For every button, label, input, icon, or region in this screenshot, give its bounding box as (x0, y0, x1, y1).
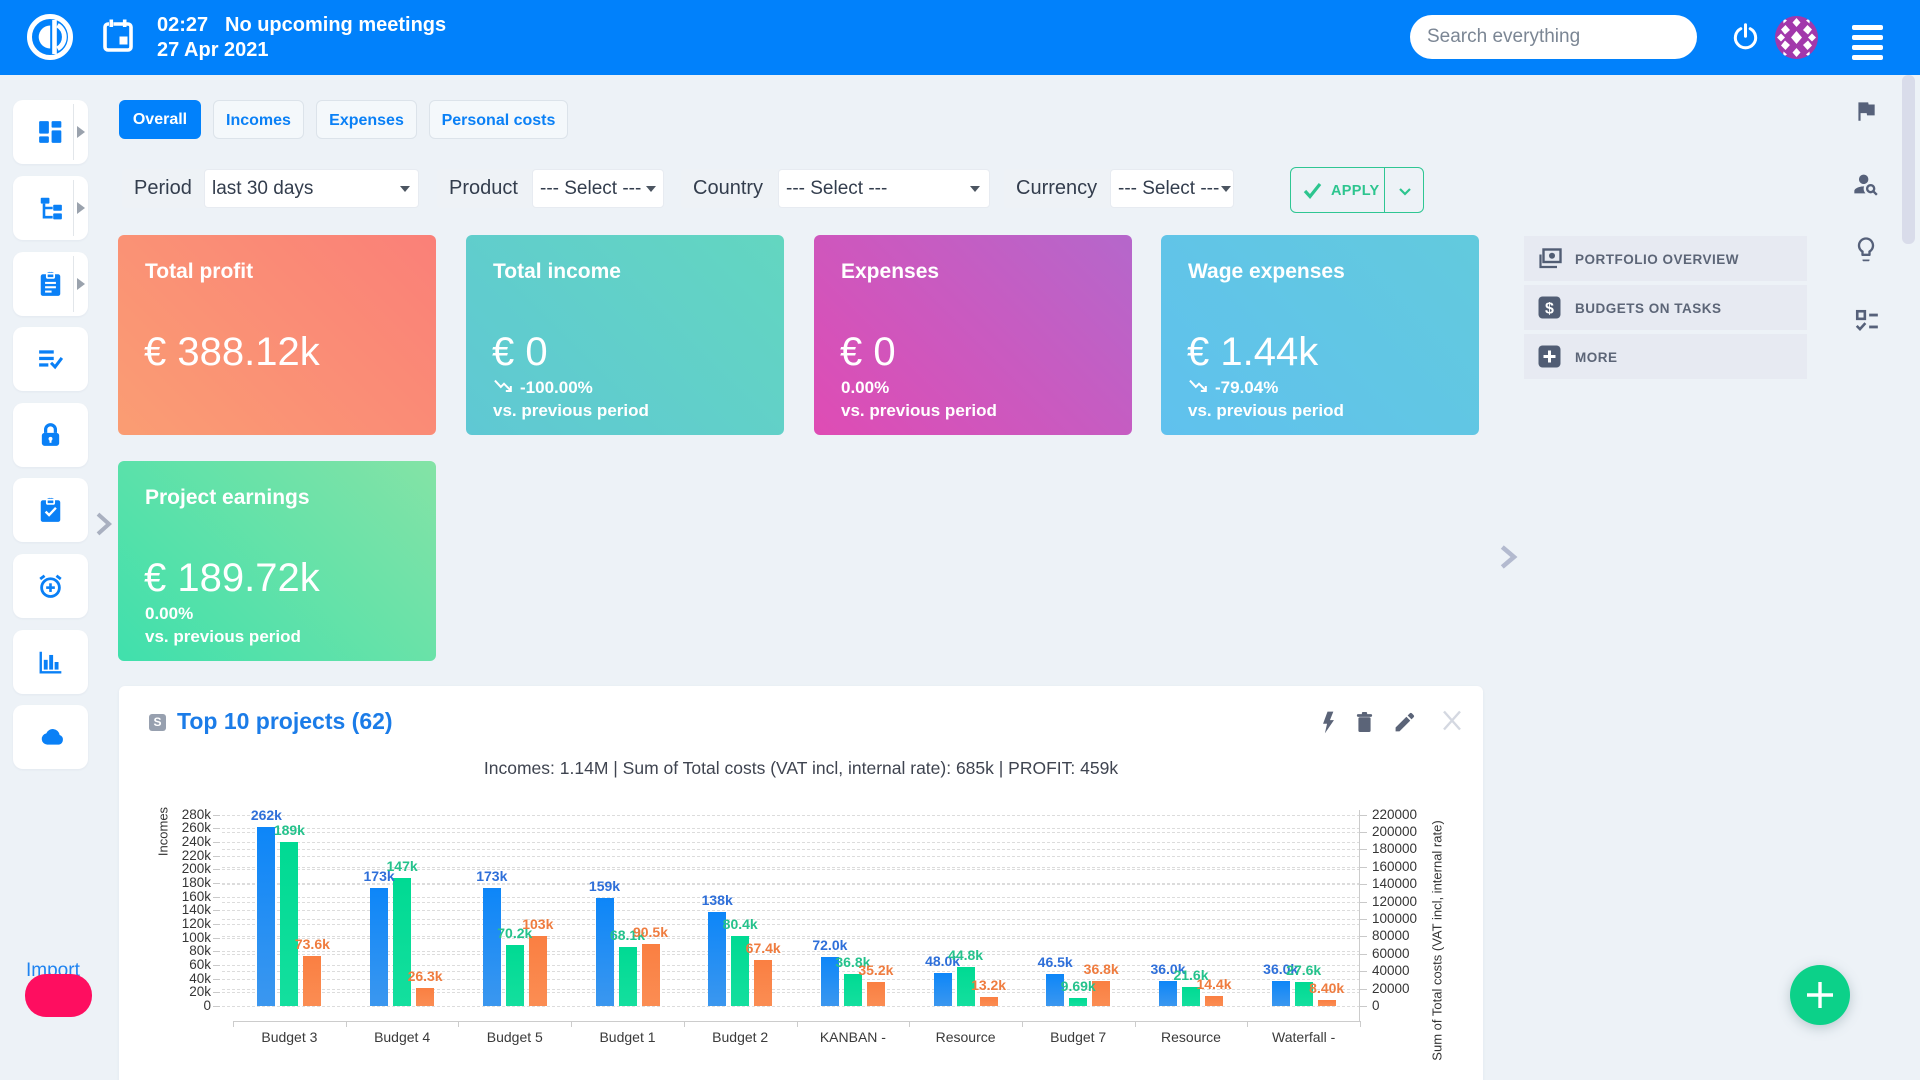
svg-text:$: $ (1545, 301, 1554, 318)
